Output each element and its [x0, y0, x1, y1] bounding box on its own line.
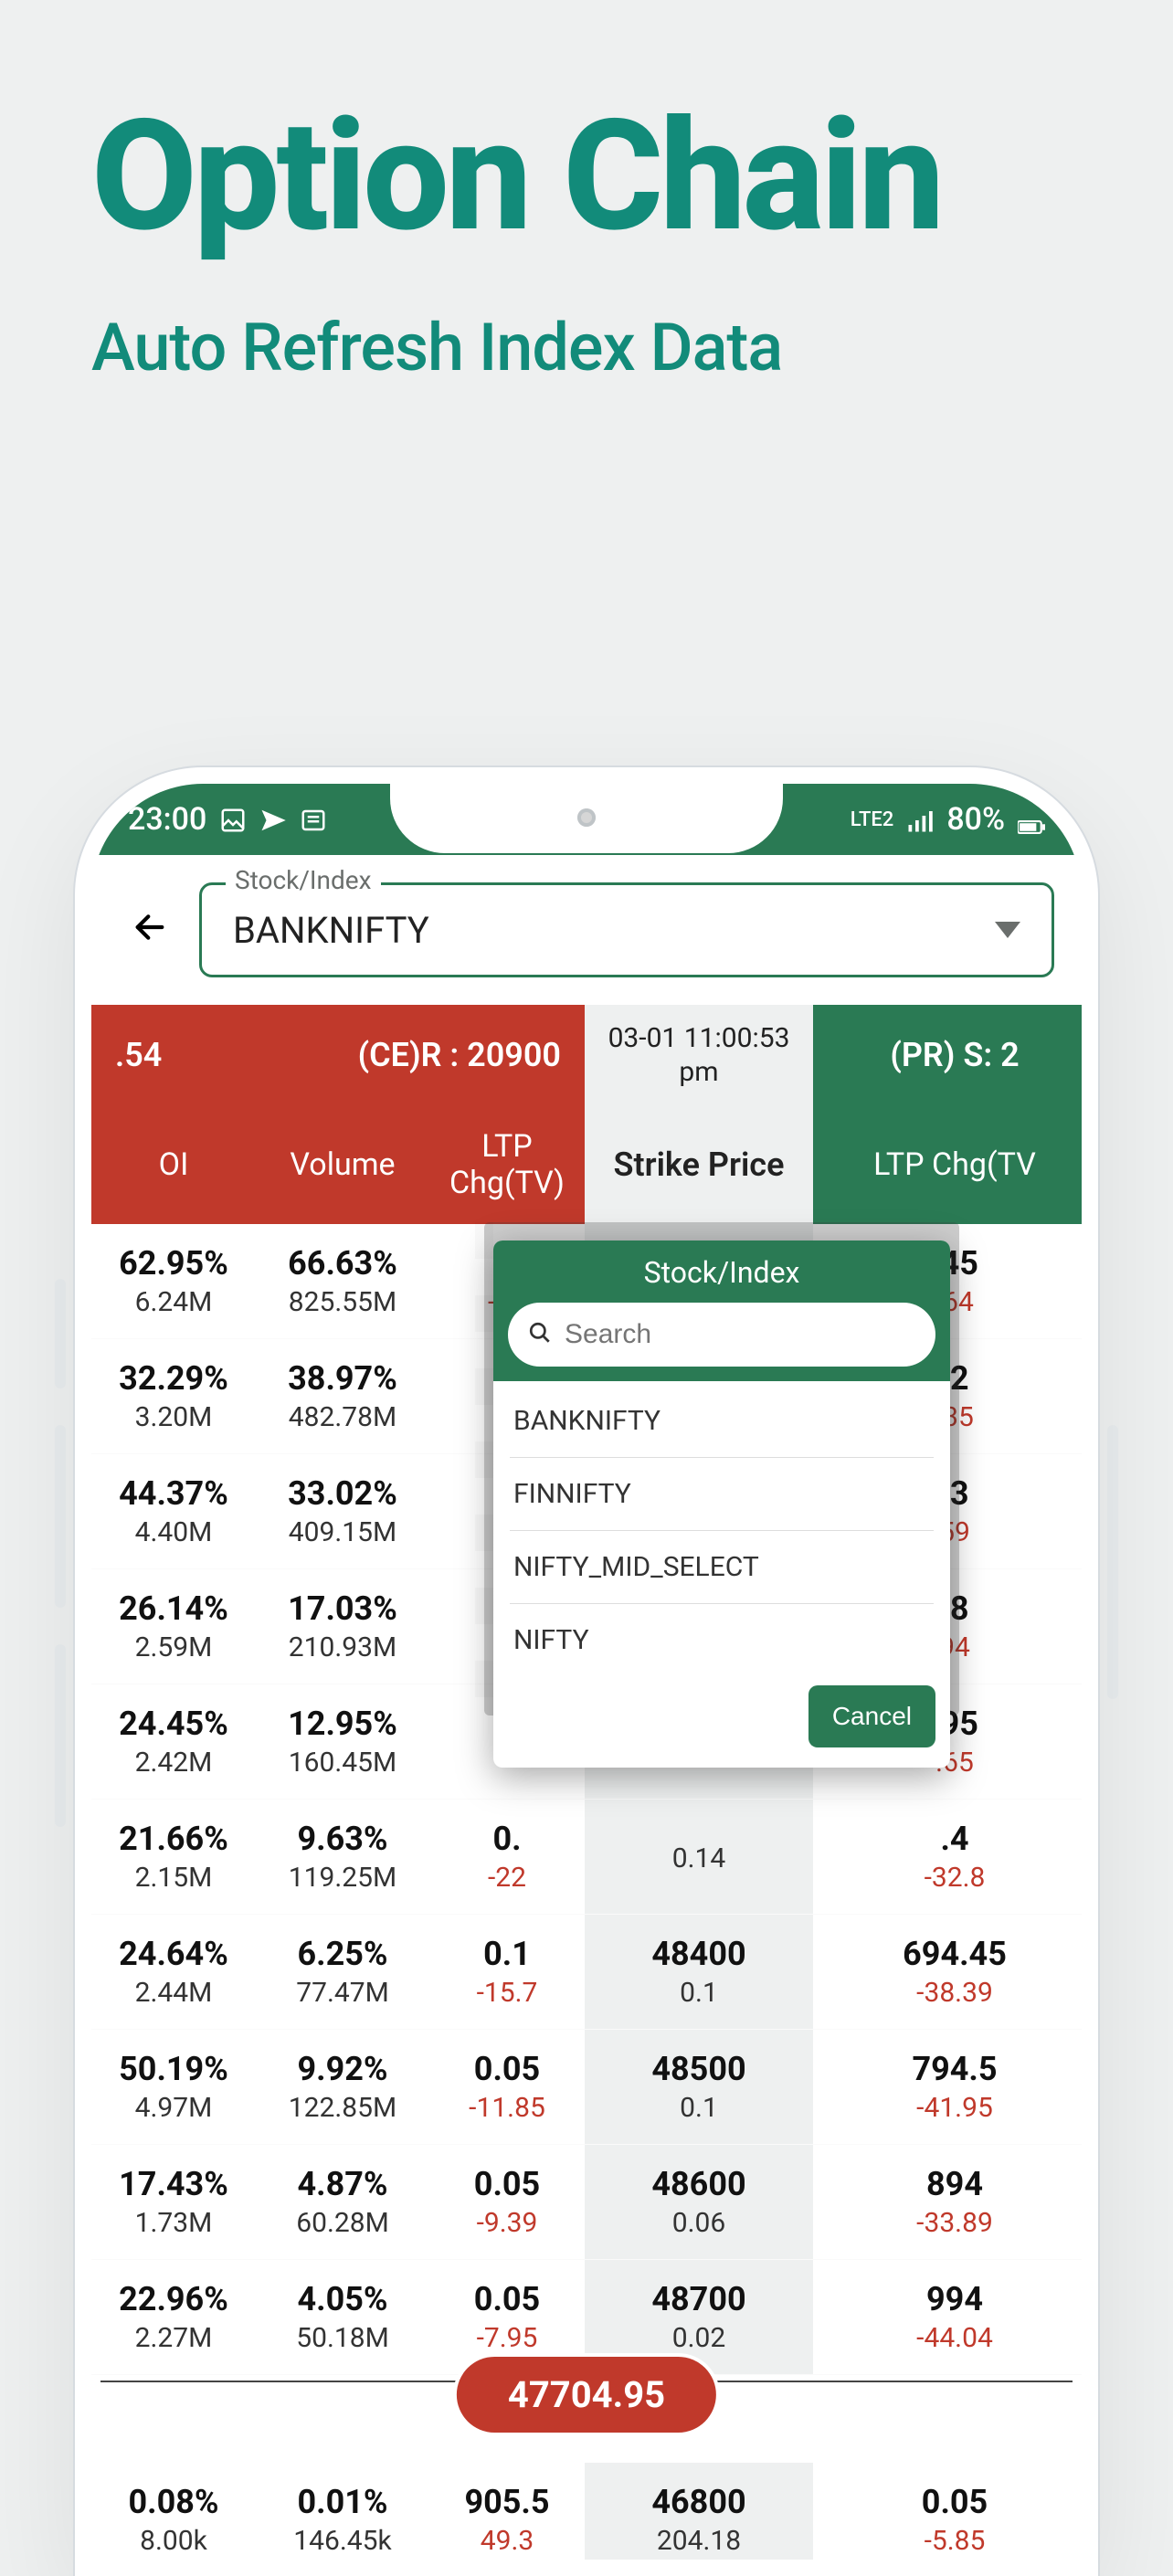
cancel-button[interactable]: Cancel	[808, 1685, 935, 1747]
table-cell: 32.29%3.20M	[91, 1339, 256, 1453]
search-icon	[528, 1316, 552, 1353]
table-cell: 62.95%6.24M	[91, 1224, 256, 1338]
phone-side-button	[55, 1279, 66, 1388]
phone-notch	[390, 784, 783, 853]
phone-side-button	[55, 1425, 66, 1608]
hero-subtitle: Auto Refresh Index Data	[91, 309, 1118, 386]
table-cell: 994-44.04	[813, 2260, 1082, 2374]
signal-icon	[906, 806, 934, 833]
table-cell: 0.05-9.39	[429, 2145, 585, 2259]
stock-index-modal: Stock/Index BANKNIFTYFINNIFTYNIFTY_MID_S…	[493, 1240, 950, 1768]
table-cell: 26.14%2.59M	[91, 1569, 256, 1684]
table-cell: 0.01%146.45k	[256, 2463, 429, 2560]
timestamp-line2: pm	[608, 1055, 790, 1090]
select-value: BANKNIFTY	[233, 909, 995, 952]
table-cell: 22.96%2.27M	[91, 2260, 256, 2374]
table-cell: 17.43%1.73M	[91, 2145, 256, 2259]
table-cell: 484000.1	[585, 1915, 813, 2029]
table-cell: 485000.1	[585, 2030, 813, 2144]
table-cell: 9.63%119.25M	[256, 1800, 429, 1914]
table-cell: 0.08%8.00k	[91, 2463, 256, 2560]
ce-right-value: (CE)R : 20900	[358, 1036, 561, 1074]
table-cell: 0.05-5.85	[813, 2463, 1082, 2560]
table-cell: 24.45%2.42M	[91, 1684, 256, 1799]
timestamp-line1: 03-01 11:00:53	[608, 1021, 790, 1056]
table-cell: 0.05-11.85	[429, 2030, 585, 2144]
table-cell: 17.03%210.93M	[256, 1569, 429, 1684]
obscured-data-hint	[475, 1222, 493, 1716]
table-cell: 905.549.3	[429, 2463, 585, 2560]
table-row[interactable]: 21.66%2.15M9.63%119.25M0.-220.14.4-32.8	[91, 1800, 1082, 1915]
table-cell: 0.-22	[429, 1800, 585, 1914]
gallery-icon	[219, 806, 247, 833]
table-cell: .4-32.8	[813, 1800, 1082, 1914]
table-cell: 794.5-41.95	[813, 2030, 1082, 2144]
option-chain-lower: 0.08%8.00k0.01%146.45k905.549.346800204.…	[91, 2463, 1082, 2560]
pr-value: (PR) S: 2	[890, 1036, 1019, 1074]
network-label: LTE2	[851, 808, 894, 831]
search-input[interactable]	[565, 1319, 917, 1350]
phone-side-button	[55, 1644, 66, 1827]
app-screen: 23:00 LTE2 80%	[91, 784, 1082, 2560]
modal-list-item[interactable]: NIFTY	[510, 1604, 934, 1676]
table-cell: 4.87%60.28M	[256, 2145, 429, 2259]
chevron-down-icon	[995, 922, 1020, 938]
col-volume: Volume	[256, 1105, 429, 1224]
table-cell: 6.25%77.47M	[256, 1915, 429, 2029]
table-cell: 46800204.18	[585, 2463, 813, 2560]
table-row[interactable]: 24.64%2.44M6.25%77.47M0.1-15.7484000.169…	[91, 1915, 1082, 2030]
table-row[interactable]: 50.19%4.97M9.92%122.85M0.05-11.85485000.…	[91, 2030, 1082, 2145]
ce-summary: .54 (CE)R : 20900	[91, 1005, 585, 1105]
table-cell: 33.02%409.15M	[256, 1454, 429, 1568]
modal-list-item[interactable]: NIFTY_MID_SELECT	[510, 1531, 934, 1604]
modal-list-item[interactable]: BANKNIFTY	[510, 1385, 934, 1458]
modal-list-item[interactable]: FINNIFTY	[510, 1458, 934, 1531]
table-row[interactable]: 0.08%8.00k0.01%146.45k905.549.346800204.…	[91, 2463, 1082, 2560]
col-oi: OI	[91, 1105, 256, 1224]
phone-mockup: 23:00 LTE2 80%	[75, 767, 1098, 2576]
table-cell: 38.97%482.78M	[256, 1339, 429, 1453]
col-ltp-ce: LTP Chg(TV)	[429, 1105, 585, 1224]
table-cell: 486000.06	[585, 2145, 813, 2259]
battery-percent: 80%	[946, 801, 1005, 838]
table-cell: 0.14	[585, 1800, 813, 1914]
table-cell: 894-33.89	[813, 2145, 1082, 2259]
table-cell: 24.64%2.44M	[91, 1915, 256, 2029]
send-icon	[259, 806, 287, 833]
table-cell: 21.66%2.15M	[91, 1800, 256, 1914]
app-header: Stock/Index BANKNIFTY	[91, 855, 1082, 1005]
pr-summary: (PR) S: 2	[813, 1005, 1082, 1105]
summary-strip: .54 (CE)R : 20900 03-01 11:00:53 pm (PR)…	[91, 1005, 1082, 1105]
table-cell: 0.1-15.7	[429, 1915, 585, 2029]
timestamp: 03-01 11:00:53 pm	[585, 1005, 813, 1105]
marketing-hero: Option Chain Auto Refresh Index Data	[91, 100, 1118, 386]
col-strike: Strike Price	[585, 1105, 813, 1224]
stock-index-select[interactable]: Stock/Index BANKNIFTY	[199, 882, 1054, 977]
select-legend: Stock/Index	[226, 865, 381, 895]
col-ltp-pr: LTP Chg(TV	[813, 1105, 1082, 1224]
table-cell: 12.95%160.45M	[256, 1684, 429, 1799]
modal-list: BANKNIFTYFINNIFTYNIFTY_MID_SELECTNIFTY	[493, 1381, 950, 1676]
battery-icon	[1018, 806, 1045, 833]
table-cell: 694.45-38.39	[813, 1915, 1082, 2029]
status-time: 23:00	[128, 801, 206, 838]
table-cell: 9.92%122.85M	[256, 2030, 429, 2144]
table-cell: 66.63%825.55M	[256, 1224, 429, 1338]
modal-title: Stock/Index	[508, 1255, 935, 1303]
news-icon	[300, 806, 327, 833]
table-cell: 50.19%4.97M	[91, 2030, 256, 2144]
phone-side-button	[1107, 1425, 1118, 1699]
back-button[interactable]	[119, 895, 181, 966]
spot-price-pill: 47704.95	[457, 2357, 716, 2433]
front-camera-icon	[577, 808, 596, 827]
modal-search[interactable]	[508, 1303, 935, 1367]
table-cell: 44.37%4.40M	[91, 1454, 256, 1568]
ce-left-value: .54	[115, 1036, 162, 1074]
column-headers: OI Volume LTP Chg(TV) Strike Price LTP C…	[91, 1105, 1082, 1224]
table-cell: 4.05%50.18M	[256, 2260, 429, 2374]
table-row[interactable]: 17.43%1.73M4.87%60.28M0.05-9.39486000.06…	[91, 2145, 1082, 2260]
hero-title: Option Chain	[91, 100, 1118, 254]
